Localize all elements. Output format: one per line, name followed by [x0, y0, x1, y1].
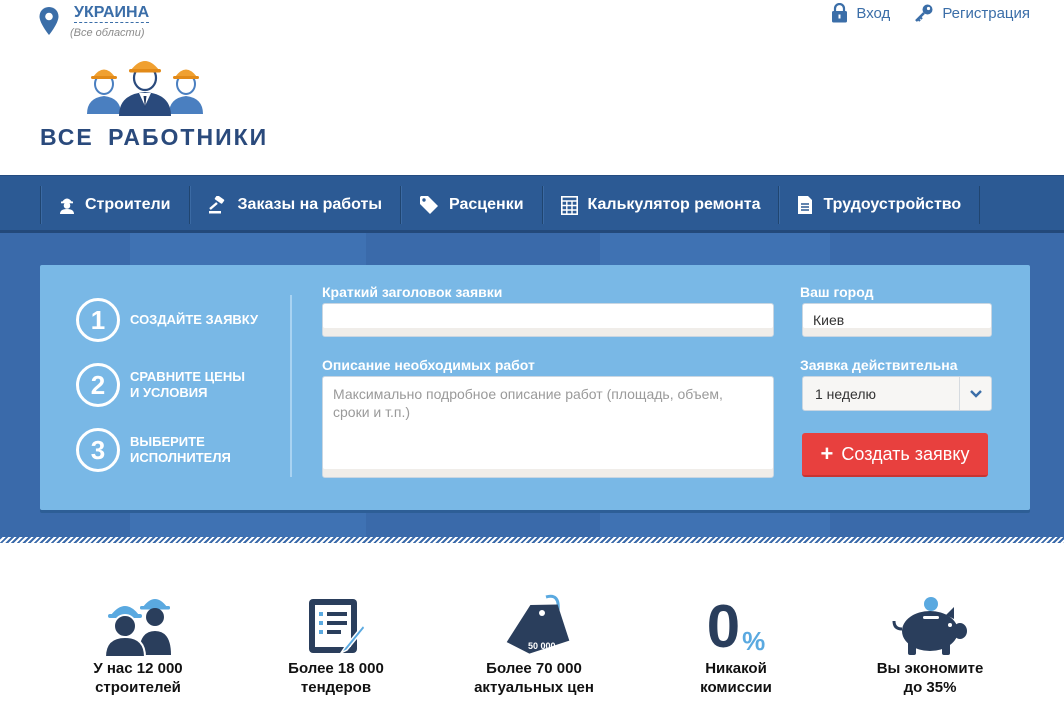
location-pin-icon — [39, 7, 59, 35]
steps-divider — [290, 295, 292, 477]
nav-item-employment[interactable]: Трудоустройство — [778, 186, 981, 224]
tag-icon — [420, 196, 439, 214]
title-field-label: Краткий заголовок заявки — [322, 284, 503, 300]
zero-percent-icon: 0 % — [646, 585, 826, 657]
step-number: 2 — [76, 363, 120, 407]
key-icon — [915, 4, 933, 22]
region-subtitle: (Все области) — [70, 27, 145, 39]
login-link[interactable]: Вход — [831, 3, 890, 23]
feature-item: 0 % Никакой комиссии — [646, 585, 826, 697]
nav-item-prices[interactable]: Расценки — [400, 186, 542, 224]
nav-label-calculator: Калькулятор ремонта — [587, 196, 761, 213]
auth-links: Вход Регистрация — [831, 3, 1030, 23]
create-request-button[interactable]: + Создать заявку — [802, 433, 988, 477]
nav-item-builders[interactable]: Строители — [40, 186, 189, 224]
validity-selected-value: 1 неделю — [815, 385, 877, 402]
workers-logo-icon — [87, 61, 203, 116]
nav-label-prices: Расценки — [449, 196, 524, 213]
plus-icon: + — [820, 441, 834, 466]
zero-glyph: 0 — [706, 593, 741, 660]
nav-label-employment: Трудоустройство — [823, 196, 962, 213]
percent-glyph: % — [742, 626, 766, 656]
chevron-down-icon — [959, 377, 991, 410]
nav-label-orders: Заказы на работы — [237, 196, 383, 213]
step-number: 1 — [76, 298, 120, 342]
feature-item: Вы экономите до 35% — [840, 585, 1020, 697]
step-number: 3 — [76, 428, 120, 472]
title-input[interactable] — [322, 303, 774, 337]
hero-bottom-stripe — [0, 537, 1064, 543]
city-field-label: Ваш город — [800, 284, 874, 300]
nav-label-builders: Строители — [85, 196, 171, 213]
feature-text: Более 18 000 тендеров — [288, 660, 384, 696]
document-icon — [798, 196, 813, 214]
feature-item: Более 18 000 тендеров — [246, 585, 426, 697]
lock-icon — [832, 3, 848, 23]
request-form-card: 1 СОЗДАЙТЕ ЗАЯВКУ 2 СРАВНИТЕ ЦЕНЫ И УСЛО… — [40, 265, 1030, 510]
steps-list: 1 СОЗДАЙТЕ ЗАЯВКУ 2 СРАВНИТЕ ЦЕНЫ И УСЛО… — [76, 297, 258, 492]
description-textarea[interactable] — [322, 376, 774, 478]
region-selector[interactable]: УКРАИНА (Все области) — [38, 4, 150, 39]
login-label: Вход — [856, 4, 891, 22]
gavel-icon — [208, 196, 224, 214]
main-nav: Строители Заказы на работы Расценки Каль… — [0, 175, 1064, 233]
calculator-icon — [560, 195, 578, 215]
nav-item-orders[interactable]: Заказы на работы — [188, 186, 401, 224]
logo-text: ВСЕ РАБОТНИКИ — [40, 124, 269, 150]
feature-text: У нас 12 000 строителей — [93, 660, 183, 696]
feature-text: Вы экономите до 35% — [876, 660, 984, 696]
price-tag-icon: 50 000 — [444, 585, 624, 657]
price-tag-badge: 50 000 — [528, 641, 556, 651]
builders-icon — [48, 585, 228, 657]
piggy-bank-icon — [840, 585, 1020, 657]
feature-text: Более 70 000 актуальных цен — [474, 660, 594, 696]
description-field-label: Описание необходимых работ — [322, 357, 535, 373]
step-item: 2 СРАВНИТЕ ЦЕНЫ И УСЛОВИЯ — [76, 362, 258, 408]
feature-item: У нас 12 000 строителей — [48, 585, 228, 697]
feature-text: Никакой комиссии — [700, 660, 772, 696]
step-item: 3 ВЫБЕРИТЕ ИСПОЛНИТЕЛЯ — [76, 427, 258, 473]
feature-item: 50 000 Более 70 000 актуальных цен — [444, 585, 624, 697]
register-link[interactable]: Регистрация — [914, 3, 1030, 23]
nav-item-calculator[interactable]: Калькулятор ремонта — [541, 186, 779, 224]
worker-icon — [60, 198, 74, 214]
tender-list-icon — [246, 585, 426, 657]
step-label: СРАВНИТЕ ЦЕНЫ И УСЛОВИЯ — [130, 369, 245, 400]
validity-select[interactable]: 1 неделю — [802, 376, 992, 411]
create-request-label: Создать заявку — [841, 443, 970, 464]
step-item: 1 СОЗДАЙТЕ ЗАЯВКУ — [76, 297, 258, 343]
register-label: Регистрация — [942, 4, 1030, 22]
step-label: СОЗДАЙТЕ ЗАЯВКУ — [130, 312, 259, 327]
features-row: У нас 12 000 строителей Более 18 000 тен… — [0, 585, 1064, 715]
validity-field-label: Заявка действительна — [800, 357, 958, 373]
step-label: ВЫБЕРИТЕ ИСПОЛНИТЕЛЯ — [130, 434, 231, 465]
city-input[interactable] — [802, 303, 992, 337]
region-name-link[interactable]: УКРАИНА — [74, 4, 150, 23]
